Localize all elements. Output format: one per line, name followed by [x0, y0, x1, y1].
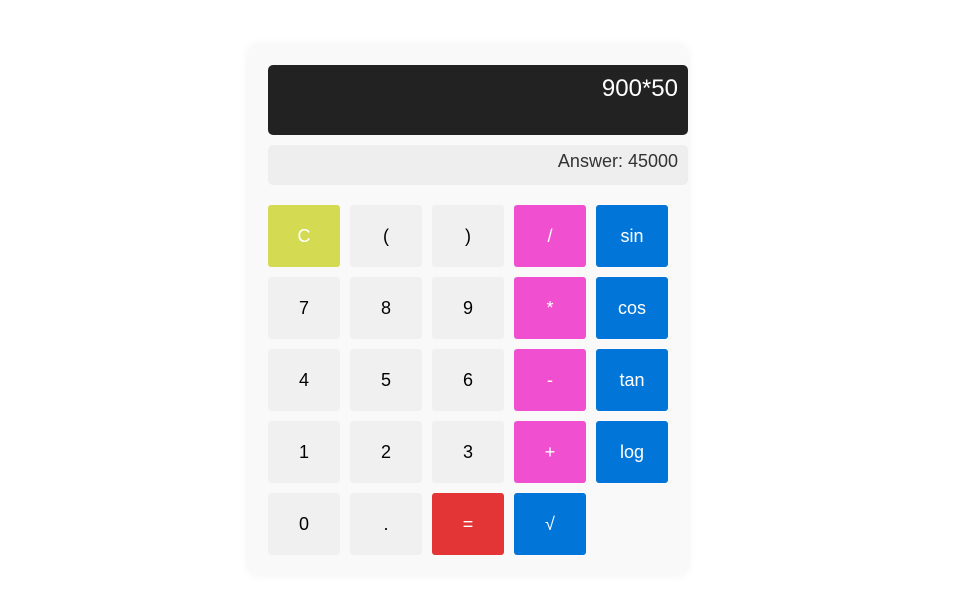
clear-button[interactable]: C — [268, 205, 340, 267]
keypad: C() / sin 7 8 9 * cos 4 5 6- tan 1 2 3 + log 0. = √ — [268, 205, 668, 555]
sin-button[interactable]: sin — [596, 205, 668, 267]
log-button[interactable]: log — [596, 421, 668, 483]
digit-5-button[interactable]: 5 — [350, 349, 422, 411]
digit-4-button[interactable]: 4 — [268, 349, 340, 411]
digit-3-button[interactable]: 3 — [432, 421, 504, 483]
calculator: 900*50 Answer: 45000 C() / sin 7 8 9 * cos 4 5 6- t… — [248, 45, 688, 575]
digit-9-button[interactable]: 9 — [432, 277, 504, 339]
digit-0-button[interactable]: 0 — [268, 493, 340, 555]
close-paren-button[interactable]: ) — [432, 205, 504, 267]
sqrt-button[interactable]: √ — [514, 493, 586, 555]
digit-6-button[interactable]: 6 — [432, 349, 504, 411]
multiply-button[interactable]: * — [514, 277, 586, 339]
cos-button[interactable]: cos — [596, 277, 668, 339]
equals-button[interactable]: = — [432, 493, 504, 555]
answer-display: Answer: 45000 — [268, 145, 688, 185]
decimal-button[interactable]: . — [350, 493, 422, 555]
add-button[interactable]: + — [514, 421, 586, 483]
open-paren-button[interactable]: ( — [350, 205, 422, 267]
subtract-button[interactable]: - — [514, 349, 586, 411]
digit-1-button[interactable]: 1 — [268, 421, 340, 483]
divide-button[interactable]: / — [514, 205, 586, 267]
tan-button[interactable]: tan — [596, 349, 668, 411]
expression-display: 900*50 — [268, 65, 688, 135]
digit-7-button[interactable]: 7 — [268, 277, 340, 339]
digit-8-button[interactable]: 8 — [350, 277, 422, 339]
digit-2-button[interactable]: 2 — [350, 421, 422, 483]
